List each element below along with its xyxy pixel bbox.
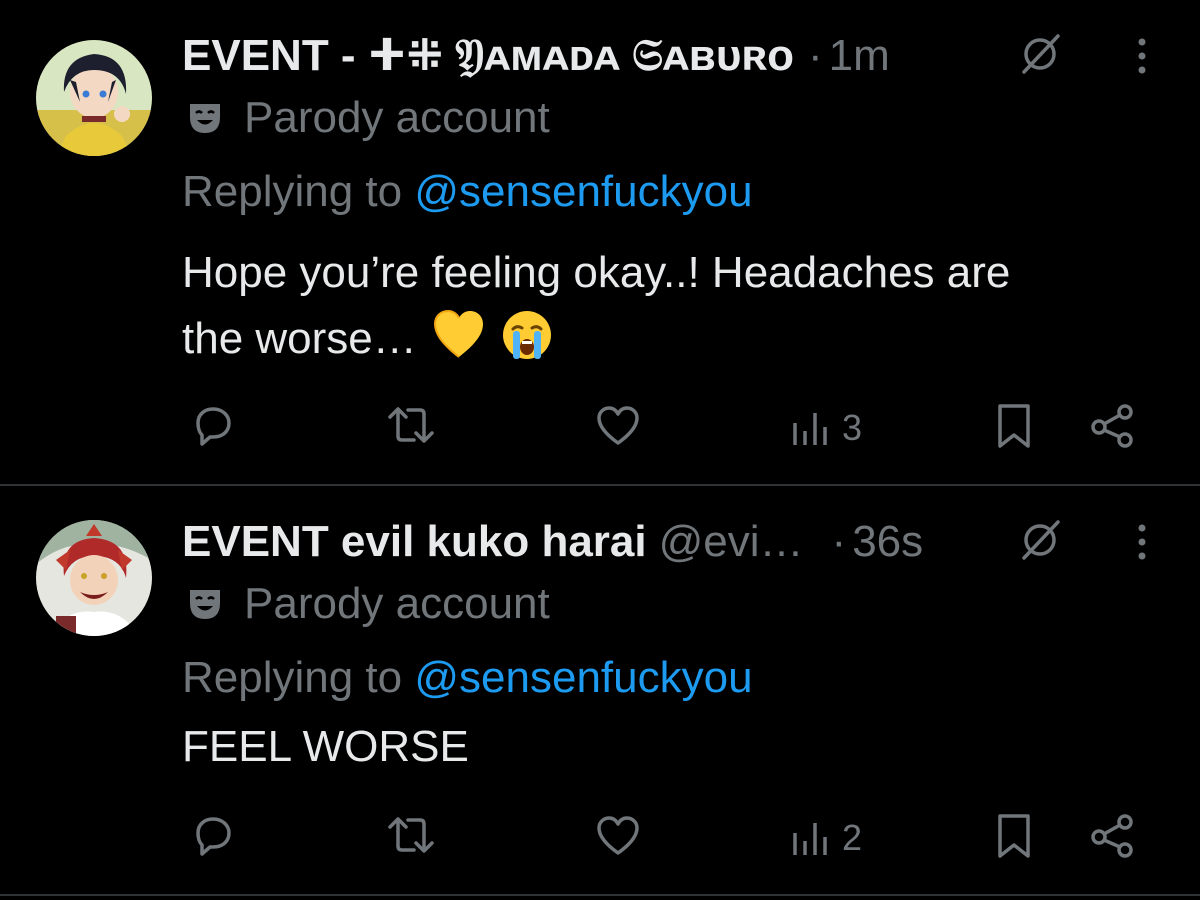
tweet-text-line-2: the worse…	[182, 306, 1162, 372]
bookmark-button[interactable]	[994, 806, 1034, 866]
tweet-text: Hope you’re feeling okay..! Headaches ar…	[182, 240, 1162, 372]
mention-link[interactable]: @sensenfuckyou	[414, 167, 752, 216]
parody-text: Parody account	[244, 93, 550, 142]
views-button[interactable]: 2	[790, 808, 862, 868]
replying-to: Replying to @sensenfuckyou	[182, 650, 753, 706]
timestamp[interactable]: 1m	[829, 28, 890, 84]
replying-prefix: Replying to	[182, 167, 415, 216]
grok-icon[interactable]	[1016, 516, 1064, 564]
tweet-text-line: Hope you’re feeling okay..! Headaches ar…	[182, 248, 1011, 297]
retweet-icon	[388, 817, 434, 853]
author-row: EVENT - ⵜ⁜ 𝔜ᴀᴍᴀᴅᴀ 𝔖ᴀʙᴜʀᴏ · 1m	[182, 28, 1020, 84]
heart-icon	[597, 816, 639, 855]
grok-icon[interactable]	[1016, 30, 1064, 78]
bookmark-button[interactable]	[994, 396, 1034, 456]
loudly-crying-face-emoji	[503, 311, 552, 359]
display-name[interactable]: EVENT evil kuko harai	[182, 514, 647, 570]
mask-icon	[190, 590, 220, 619]
like-button[interactable]	[594, 396, 642, 456]
views-icon	[793, 413, 827, 445]
parody-label: Parody account	[182, 576, 550, 632]
share-button[interactable]	[1088, 806, 1138, 866]
yellow-heart-emoji	[433, 309, 483, 358]
tweet-text: FEEL WORSE	[182, 714, 1162, 780]
parody-text: Parody account	[244, 579, 550, 628]
reply-button[interactable]	[190, 396, 236, 456]
heart-icon	[597, 406, 639, 445]
timestamp[interactable]: 36s	[852, 514, 923, 570]
retweet-button[interactable]	[384, 396, 438, 456]
tweet-divider	[0, 894, 1200, 896]
mask-icon	[190, 104, 220, 133]
retweet-icon	[388, 407, 434, 443]
author-row: EVENT evil kuko harai @evi… · 36s	[182, 514, 1020, 570]
tweet-text-line-content: the worse…	[182, 314, 417, 363]
views-button[interactable]: 3	[790, 398, 862, 458]
replying-to: Replying to @sensenfuckyou	[182, 164, 753, 220]
reply-icon	[196, 407, 231, 446]
more-icon[interactable]	[1120, 520, 1164, 564]
separator-dot: ·	[808, 31, 823, 80]
views-icon	[793, 823, 827, 855]
parody-label: Parody account	[182, 90, 550, 146]
bookmark-icon	[998, 404, 1030, 448]
reply-button[interactable]	[190, 806, 236, 866]
bookmark-icon	[998, 814, 1030, 858]
tweet[interactable]: EVENT evil kuko harai @evi… · 36s Parody…	[0, 486, 1200, 896]
mention-link[interactable]: @sensenfuckyou	[414, 653, 752, 702]
replying-prefix: Replying to	[182, 653, 415, 702]
share-icon	[1091, 404, 1133, 448]
display-name[interactable]: EVENT - ⵜ⁜ 𝔜ᴀᴍᴀᴅᴀ 𝔖ᴀʙᴜʀᴏ	[182, 28, 794, 84]
share-icon	[1091, 814, 1133, 858]
views-count: 3	[842, 407, 863, 448]
like-button[interactable]	[594, 806, 642, 866]
views-count: 2	[842, 817, 863, 858]
retweet-button[interactable]	[384, 806, 438, 866]
avatar[interactable]	[36, 520, 152, 636]
tweet[interactable]: EVENT - ⵜ⁜ 𝔜ᴀᴍᴀᴅᴀ 𝔖ᴀʙᴜʀᴏ · 1m Parody acc…	[0, 0, 1200, 484]
reply-icon	[196, 817, 231, 856]
avatar[interactable]	[36, 40, 152, 156]
handle[interactable]: @evi…	[659, 514, 804, 570]
more-icon[interactable]	[1120, 34, 1164, 78]
tweet-text-line: FEEL WORSE	[182, 722, 469, 771]
share-button[interactable]	[1088, 396, 1138, 456]
separator-dot: ·	[831, 517, 847, 566]
